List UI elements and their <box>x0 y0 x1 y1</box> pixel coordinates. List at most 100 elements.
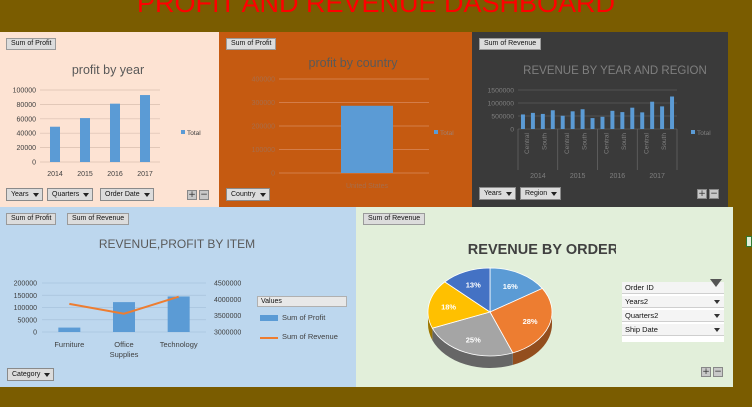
legend-swatch <box>434 130 438 134</box>
bar <box>140 95 150 162</box>
profit-bar <box>113 302 135 332</box>
bar <box>600 116 605 129</box>
y-tick-label-left: 150000 <box>14 293 37 300</box>
expand-field-button[interactable]: + <box>701 367 711 377</box>
y-tick-label: 400000 <box>252 77 275 84</box>
profit-by-year-panel: Sum of Profit profit by year 0 20000 40000… <box>0 32 219 207</box>
bar <box>560 115 565 129</box>
bar <box>650 101 655 129</box>
legend-label: Total <box>697 130 711 137</box>
order-date-filter-dropdown[interactable]: Order Date <box>100 188 154 201</box>
filter-funnel-icon <box>710 279 722 287</box>
y-tick-label: 1500000 <box>488 88 515 95</box>
bar <box>540 113 545 129</box>
quarters2-label: Quarters2 <box>625 311 659 320</box>
y-tick-label: 0 <box>510 127 514 134</box>
y-tick-label: 80000 <box>17 102 37 109</box>
y-tick-label-right: 4000000 <box>214 297 241 304</box>
profit-by-country-panel: Sum of Profit profit by country 0 100000 2… <box>219 32 472 207</box>
year-tick-label: 2016 <box>610 173 626 180</box>
category-filter-dropdown[interactable]: Category <box>7 368 55 381</box>
country-filter-dropdown[interactable]: Country <box>226 188 270 201</box>
region-tick-label: Central <box>524 132 531 154</box>
revenue-by-year-region-chart: REVENUE BY YEAR AND REGION 0 500000 100000… <box>488 65 712 180</box>
bar <box>620 112 625 129</box>
profit-by-year-chart: profit by year 0 20000 40000 60000 80000 1000… <box>13 63 202 178</box>
ship-date-label: Ship Date <box>625 325 658 334</box>
quarters-filter-dropdown[interactable]: Quarters <box>47 188 94 201</box>
ship-date-slicer-row[interactable]: Ship Date <box>622 324 724 336</box>
selection-handle[interactable] <box>746 236 752 247</box>
years2-slicer-row[interactable]: Years2 <box>622 296 724 308</box>
y-tick-label-left: 50000 <box>18 317 38 324</box>
bar <box>110 103 120 162</box>
chart-title: profit by year <box>72 63 144 77</box>
y-tick-label-left: 0 <box>33 330 37 337</box>
y-tick-label: 20000 <box>17 145 37 152</box>
y-tick-label: 1000000 <box>488 101 515 108</box>
chevron-down-icon <box>714 314 720 318</box>
region-tick-label: Central <box>643 132 650 154</box>
y-tick-label-right: 4500000 <box>214 281 241 288</box>
bar <box>570 111 575 129</box>
pie-slice-label: 18% <box>441 302 456 311</box>
y-tick-label: 500000 <box>491 114 514 121</box>
chart-title: REVENUE,PROFIT BY ITEM <box>99 237 255 251</box>
collapse-field-button[interactable]: − <box>709 189 719 199</box>
x-tick-label: 2017 <box>137 171 153 178</box>
x-tick-label: 2016 <box>107 171 123 178</box>
expand-field-button[interactable]: + <box>697 189 707 199</box>
expand-field-button[interactable]: + <box>187 190 197 200</box>
revenue-by-order-panel: Sum of Revenue REVENUE BY ORDER 16% 28% 25… <box>356 207 733 387</box>
pie-slice-label: 16% <box>503 282 518 291</box>
region-tick-label: South <box>621 133 628 150</box>
profit-bar <box>58 327 81 332</box>
region-tick-label: Central <box>604 132 611 154</box>
order-id-slicer-row[interactable]: Order ID <box>622 279 724 294</box>
profit-by-country-chart: profit by country 0 100000 200000 300000 400… <box>252 56 455 190</box>
x-tick-label: Furniture <box>54 340 84 349</box>
x-tick-label: Supplies <box>110 350 139 359</box>
region-tick-label: Central <box>564 132 571 154</box>
revenue-profit-by-item-chart: REVENUE,PROFIT BY ITEM 0 50000 100000 15000… <box>14 237 255 359</box>
x-tick-label: United States <box>346 183 389 190</box>
revenue-by-year-region-panel: Sum of Revenue REVENUE BY YEAR AND REGIO… <box>472 32 728 207</box>
profit-legend-label: Sum of Profit <box>282 313 326 322</box>
y-tick-label: 0 <box>271 171 275 178</box>
bar <box>610 110 615 129</box>
bar <box>80 118 90 162</box>
y-tick-label: 40000 <box>17 131 37 138</box>
y-tick-label: 200000 <box>252 124 275 131</box>
collapse-field-button[interactable]: − <box>199 190 209 200</box>
bar <box>520 114 525 129</box>
region-tick-label: South <box>581 133 588 150</box>
region-tick-label: South <box>661 133 668 150</box>
x-tick-label: Technology <box>160 340 198 349</box>
y-tick-label-right: 3000000 <box>214 330 241 337</box>
bar <box>640 112 645 129</box>
revenue-by-order-chart: REVENUE BY ORDER 16% 28% 25% 18% 13% <box>427 242 616 368</box>
order-id-label: Order ID <box>625 283 654 292</box>
profit-legend-swatch <box>260 315 278 321</box>
bar <box>630 107 635 129</box>
bar <box>580 109 585 129</box>
chart-title: profit by country <box>309 56 399 70</box>
years-filter-dropdown[interactable]: Years <box>479 187 516 200</box>
year-tick-label: 2014 <box>530 173 546 180</box>
revenue-legend-label: Sum of Revenue <box>282 332 338 341</box>
x-tick-label: 2015 <box>77 171 93 178</box>
values-legend-header: Values <box>257 296 347 307</box>
chart-title: REVENUE BY YEAR AND REGION <box>523 65 707 77</box>
collapse-field-button[interactable]: − <box>713 367 723 377</box>
legend-swatch <box>181 130 185 134</box>
region-filter-dropdown[interactable]: Region <box>520 187 562 200</box>
years-filter-dropdown[interactable]: Years <box>6 188 43 201</box>
chevron-down-icon <box>714 328 720 332</box>
bar <box>670 96 675 129</box>
quarters2-slicer-row[interactable]: Quarters2 <box>622 310 724 322</box>
y-tick-label-right: 3500000 <box>214 313 241 320</box>
bar <box>341 105 393 173</box>
y-tick-label-left: 200000 <box>14 281 37 288</box>
chevron-down-icon <box>714 300 720 304</box>
order-slicer: Order ID Years2 Quarters2 Ship Date <box>622 279 724 342</box>
